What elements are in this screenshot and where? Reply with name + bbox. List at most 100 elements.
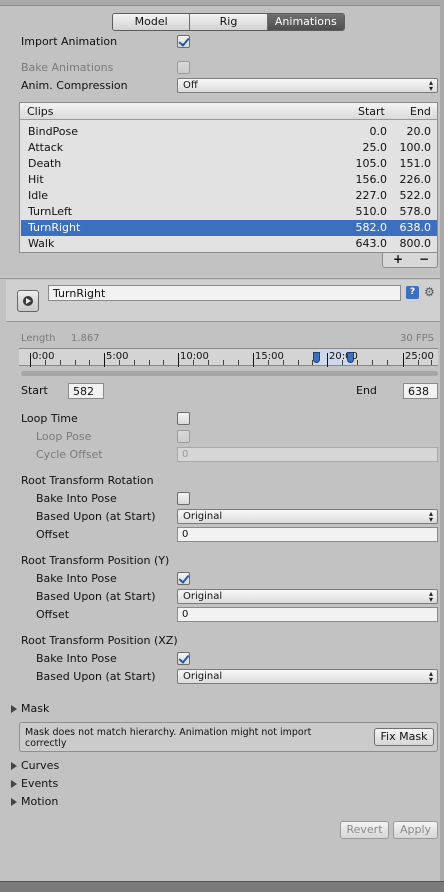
clip-name: Death <box>28 157 62 170</box>
mask-warning-text: Mask does not match hierarchy. Animation… <box>25 727 312 749</box>
root-pos-y-offset-field[interactable]: 0 <box>177 607 438 622</box>
clips-table-footer: + − <box>382 252 438 268</box>
root-pos-y-based-value: Original <box>183 591 223 602</box>
clip-end: 151.0 <box>399 157 432 170</box>
root-pos-y-bake-checkbox[interactable] <box>177 572 190 585</box>
anim-compression-value: Off <box>183 80 198 91</box>
tick-label: 10:00 <box>180 351 209 362</box>
start-field[interactable]: 582 <box>68 383 104 399</box>
clip-row-attack[interactable]: Attack 25.0 100.0 <box>21 140 437 156</box>
add-clip-button[interactable]: + <box>393 252 403 266</box>
dropdown-arrows-icon: ▴ ▾ <box>428 78 433 93</box>
root-rotation-based-value: Original <box>183 511 223 522</box>
root-pos-xz-based-label: Based Upon (at Start) <box>36 670 156 683</box>
section-divider <box>0 278 444 279</box>
root-pos-xz-bake-checkbox[interactable] <box>177 652 190 665</box>
clip-name: TurnRight <box>28 221 81 234</box>
anim-compression-label: Anim. Compression <box>21 79 128 92</box>
clip-start: 582.0 <box>355 221 388 234</box>
help-icon[interactable]: ? <box>406 286 419 299</box>
cycle-offset-label: Cycle Offset <box>36 448 103 461</box>
clip-start: 156.0 <box>355 173 388 186</box>
tab-model[interactable]: Model <box>113 14 191 30</box>
dropdown-arrows-icon: ▴ ▾ <box>428 669 433 684</box>
root-rotation-title: Root Transform Rotation <box>21 474 154 487</box>
revert-button[interactable]: Revert <box>340 821 389 839</box>
clips-table: Clips Start End BindPose 0.0 20.0 Attack… <box>19 102 438 253</box>
end-marker-handle[interactable] <box>347 352 354 363</box>
root-rotation-bake-label: Bake Into Pose <box>36 492 117 505</box>
dropdown-arrows-icon: ▴ ▾ <box>428 509 433 524</box>
anim-compression-dropdown[interactable]: Off ▴ ▾ <box>177 78 438 93</box>
root-pos-xz-title: Root Transform Position (XZ) <box>21 634 178 647</box>
root-pos-y-title: Root Transform Position (Y) <box>21 554 170 567</box>
curves-foldout-arrow-icon[interactable] <box>11 762 17 770</box>
events-foldout-label[interactable]: Events <box>21 777 58 790</box>
start-column-header: Start <box>358 105 385 118</box>
gear-icon[interactable]: ⚙ <box>424 285 435 299</box>
root-rotation-offset-field[interactable]: 0 <box>177 527 438 542</box>
root-rotation-offset-label: Offset <box>36 528 70 541</box>
bake-animations-checkbox <box>177 61 190 74</box>
events-foldout-arrow-icon[interactable] <box>11 780 17 788</box>
clip-start: 227.0 <box>355 189 388 202</box>
curves-foldout-label[interactable]: Curves <box>21 759 59 772</box>
clip-start: 510.0 <box>355 205 388 218</box>
import-animation-checkbox[interactable] <box>177 35 190 48</box>
clip-end: 578.0 <box>399 205 432 218</box>
clip-row-idle[interactable]: Idle 227.0 522.0 <box>21 188 437 204</box>
root-pos-y-offset-label: Offset <box>36 608 70 621</box>
clip-start: 0.0 <box>369 125 388 138</box>
end-field[interactable]: 638 <box>403 383 438 399</box>
play-button[interactable] <box>17 290 39 312</box>
tab-animations[interactable]: Animations <box>267 14 344 30</box>
tick-label: 25:00 <box>405 351 434 362</box>
clips-column-header: Clips <box>27 105 54 118</box>
loop-pose-checkbox <box>177 430 190 443</box>
remove-clip-button[interactable]: − <box>419 252 429 266</box>
root-pos-xz-based-value: Original <box>183 671 223 682</box>
clip-row-death[interactable]: Death 105.0 151.0 <box>21 156 437 172</box>
clip-name-field[interactable]: TurnRight <box>48 285 401 301</box>
clip-name: Walk <box>28 237 55 250</box>
right-edge <box>440 0 444 881</box>
timeline-scrollbar[interactable] <box>21 371 438 376</box>
clip-name: TurnLeft <box>28 205 73 218</box>
start-marker-handle[interactable] <box>313 352 320 363</box>
fix-mask-button[interactable]: Fix Mask <box>374 728 434 746</box>
dropdown-arrows-icon: ▴ ▾ <box>428 589 433 604</box>
clip-name: Attack <box>28 141 64 154</box>
clip-start: 643.0 <box>355 237 388 250</box>
end-label: End <box>356 384 377 397</box>
bottom-bar <box>0 881 444 892</box>
bake-animations-label: Bake Animations <box>21 61 114 74</box>
tab-rig[interactable]: Rig <box>190 14 268 30</box>
mask-foldout-label[interactable]: Mask <box>21 702 49 715</box>
motion-foldout-arrow-icon[interactable] <box>11 798 17 806</box>
clip-row-turnright[interactable]: TurnRight 582.0 638.0 <box>21 220 437 236</box>
play-icon <box>23 296 33 306</box>
mask-foldout-arrow-icon[interactable] <box>11 705 17 713</box>
loop-pose-label: Loop Pose <box>36 430 92 443</box>
clip-end: 20.0 <box>406 125 432 138</box>
loop-time-checkbox[interactable] <box>177 412 190 425</box>
clip-row-turnleft[interactable]: TurnLeft 510.0 578.0 <box>21 204 437 220</box>
length-value: 1.867 <box>71 333 100 344</box>
fps-label: 30 FPS <box>400 333 435 344</box>
start-label: Start <box>21 384 48 397</box>
end-column-header: End <box>410 105 431 118</box>
clip-start: 25.0 <box>362 141 388 154</box>
root-pos-y-based-dropdown[interactable]: Original ▴ ▾ <box>177 589 438 604</box>
clip-row-bindpose[interactable]: BindPose 0.0 20.0 <box>21 124 437 140</box>
root-rotation-bake-checkbox[interactable] <box>177 492 190 505</box>
root-pos-xz-based-dropdown[interactable]: Original ▴ ▾ <box>177 669 438 684</box>
clip-row-walk[interactable]: Walk 643.0 800.0 <box>21 236 437 252</box>
motion-foldout-label[interactable]: Motion <box>21 795 58 808</box>
timeline-ruler[interactable]: 0:00 5:00 10:00 15:00 20:00 25:00 <box>19 348 438 367</box>
clip-name: BindPose <box>28 125 79 138</box>
apply-button[interactable]: Apply <box>393 821 438 839</box>
clip-row-hit[interactable]: Hit 156.0 226.0 <box>21 172 437 188</box>
clip-end: 100.0 <box>399 141 432 154</box>
root-pos-y-based-label: Based Upon (at Start) <box>36 590 156 603</box>
root-rotation-based-dropdown[interactable]: Original ▴ ▾ <box>177 509 438 524</box>
